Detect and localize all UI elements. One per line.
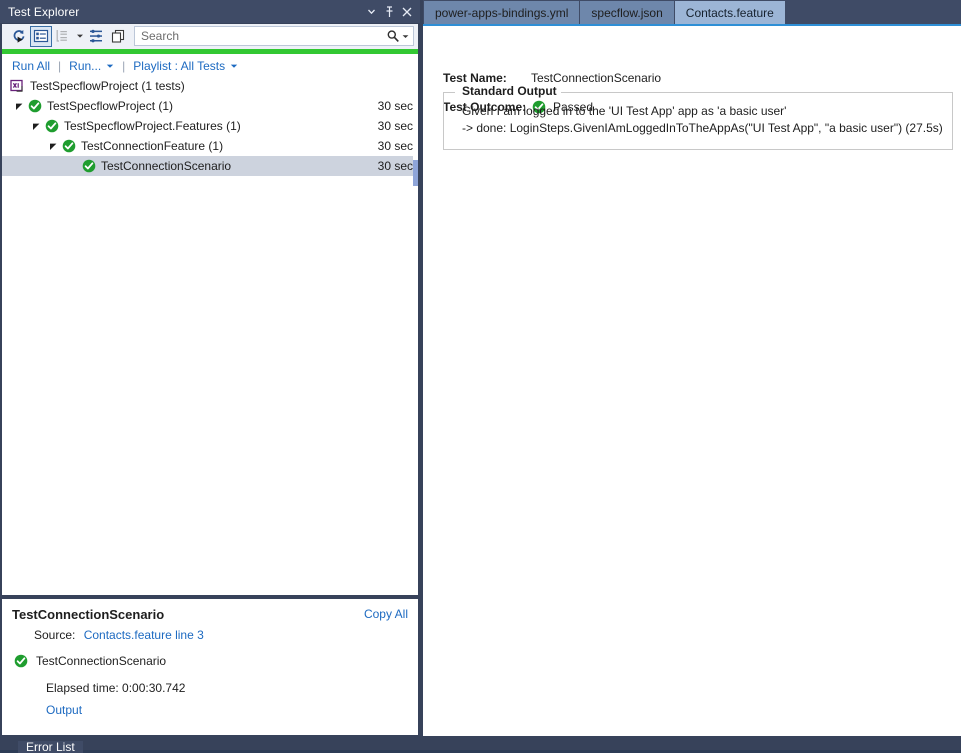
run-dropdown-button[interactable]: Run... xyxy=(69,59,101,73)
close-icon[interactable] xyxy=(398,3,416,21)
run-dropdown-caret-icon[interactable] xyxy=(106,62,114,70)
tree-row-project-root[interactable]: TestSpecflowProject (1 tests) xyxy=(2,76,418,96)
run-tests-icon[interactable] xyxy=(8,26,30,47)
test-result-view: Test Name: TestConnectionScenario Test O… xyxy=(423,26,961,736)
standard-output-line: Given I am logged in to the 'UI Test App… xyxy=(462,104,787,118)
search-input[interactable] xyxy=(141,29,385,43)
tab-specflow-json[interactable]: specflow.json xyxy=(580,1,674,24)
copy-icon[interactable] xyxy=(107,26,129,47)
tree-row-label: TestSpecflowProject (1 tests) xyxy=(30,79,185,93)
document-tab-strip: power-apps-bindings.yml specflow.json Co… xyxy=(423,0,961,24)
status-passed-icon xyxy=(12,651,30,671)
expand-collapse-icon[interactable] xyxy=(85,26,107,47)
window-dropdown-icon[interactable] xyxy=(362,3,380,21)
test-explorer-command-bar: Run All | Run... | Playlist : All Tests xyxy=(2,54,418,76)
tree-row-duration: 30 sec xyxy=(377,139,413,153)
tree-row-testspecflowproject[interactable]: TestSpecflowProject (1) 30 sec xyxy=(2,96,418,116)
tree-row-testconnectionscenario[interactable]: TestConnectionScenario 30 sec xyxy=(2,156,418,176)
test-project-icon xyxy=(8,76,26,96)
tree-row-testconnectionfeature[interactable]: TestConnectionFeature (1) 30 sec xyxy=(2,136,418,156)
tree-row-label: TestSpecflowProject (1) xyxy=(47,99,174,113)
error-list-tab[interactable]: Error List xyxy=(18,741,83,753)
tab-label: Contacts.feature xyxy=(685,5,774,20)
standard-output-content: Given I am logged in to the 'UI Test App… xyxy=(444,93,952,149)
test-name-value: TestConnectionScenario xyxy=(531,71,662,85)
tree-row-features-namespace[interactable]: TestSpecflowProject.Features (1) 30 sec xyxy=(2,116,418,136)
test-explorer-tool-window: Test Explorer Search Run All | Run... | … xyxy=(0,0,420,736)
detail-source-label: Source: xyxy=(34,628,76,642)
test-explorer-body: Run All | Run... | Playlist : All Tests xyxy=(1,23,419,736)
expander-icon[interactable] xyxy=(46,136,60,156)
status-passed-icon xyxy=(60,136,78,156)
search-icon[interactable] xyxy=(385,28,401,44)
tab-contacts-feature[interactable]: Contacts.feature xyxy=(674,1,785,24)
tree-row-duration: 30 sec xyxy=(377,119,413,133)
detail-header: TestConnectionScenario Copy All xyxy=(12,607,408,622)
standard-output-group: Standard Output Given I am logged in to … xyxy=(443,84,953,150)
expander-icon[interactable] xyxy=(29,116,43,136)
detail-source-row: Source: Contacts.feature line 3 xyxy=(34,628,408,642)
document-area: power-apps-bindings.yml specflow.json Co… xyxy=(423,0,961,736)
status-passed-icon xyxy=(43,116,61,136)
standard-output-legend: Standard Output xyxy=(458,84,561,98)
detail-elapsed-time: Elapsed time: 0:00:30.742 xyxy=(46,681,186,695)
tree-row-label: TestConnectionScenario xyxy=(101,159,232,173)
list-view-icon[interactable] xyxy=(30,25,52,47)
tab-power-apps-bindings-yml[interactable]: power-apps-bindings.yml xyxy=(424,1,580,24)
command-separator-1: | xyxy=(58,59,62,73)
test-tree-scrollbar[interactable] xyxy=(413,76,418,595)
status-passed-icon xyxy=(80,156,98,176)
command-separator-2: | xyxy=(122,59,126,73)
tree-row-label: TestSpecflowProject.Features (1) xyxy=(64,119,241,133)
detail-output-link[interactable]: Output xyxy=(46,703,408,717)
copy-all-link[interactable]: Copy All xyxy=(364,607,408,621)
run-all-button[interactable]: Run All xyxy=(12,59,50,73)
group-by-icon[interactable] xyxy=(52,26,74,47)
tab-label: specflow.json xyxy=(591,5,663,20)
visual-studio-window: Test Explorer Search Run All | Run... | … xyxy=(0,0,961,753)
test-explorer-title: Test Explorer xyxy=(8,4,80,19)
group-by-caret-icon[interactable] xyxy=(74,26,85,47)
search-box[interactable] xyxy=(134,26,414,46)
test-name-label: Test Name: xyxy=(443,71,507,85)
bottom-dock: Error List xyxy=(0,738,961,753)
test-explorer-title-bar: Test Explorer xyxy=(0,0,420,23)
tree-row-duration: 30 sec xyxy=(377,99,413,113)
test-tree-scrollbar-thumb[interactable] xyxy=(413,160,418,186)
playlist-caret-icon[interactable] xyxy=(230,62,238,70)
test-name-row: Test Name: TestConnectionScenario xyxy=(443,71,661,85)
status-passed-icon xyxy=(26,96,44,116)
standard-output-line: -> done: LoginSteps.GivenIAmLoggedInToTh… xyxy=(462,121,943,135)
expander-icon[interactable] xyxy=(12,96,26,116)
detail-result-row: TestConnectionScenario xyxy=(12,651,408,671)
detail-title: TestConnectionScenario xyxy=(12,607,165,622)
test-tree[interactable]: TestSpecflowProject (1 tests) TestSpecfl… xyxy=(2,76,418,595)
test-detail-pane: TestConnectionScenario Copy All Source: … xyxy=(2,599,418,735)
pin-icon[interactable] xyxy=(380,3,398,21)
test-explorer-toolbar xyxy=(2,24,418,49)
playlist-button[interactable]: Playlist : All Tests xyxy=(133,59,225,73)
tree-row-label: TestConnectionFeature (1) xyxy=(81,139,224,153)
tree-row-duration: 30 sec xyxy=(377,159,413,173)
search-caret-icon[interactable] xyxy=(401,28,410,44)
detail-result-name: TestConnectionScenario xyxy=(36,654,167,668)
detail-source-link[interactable]: Contacts.feature line 3 xyxy=(84,628,204,642)
tab-label: power-apps-bindings.yml xyxy=(435,5,569,20)
